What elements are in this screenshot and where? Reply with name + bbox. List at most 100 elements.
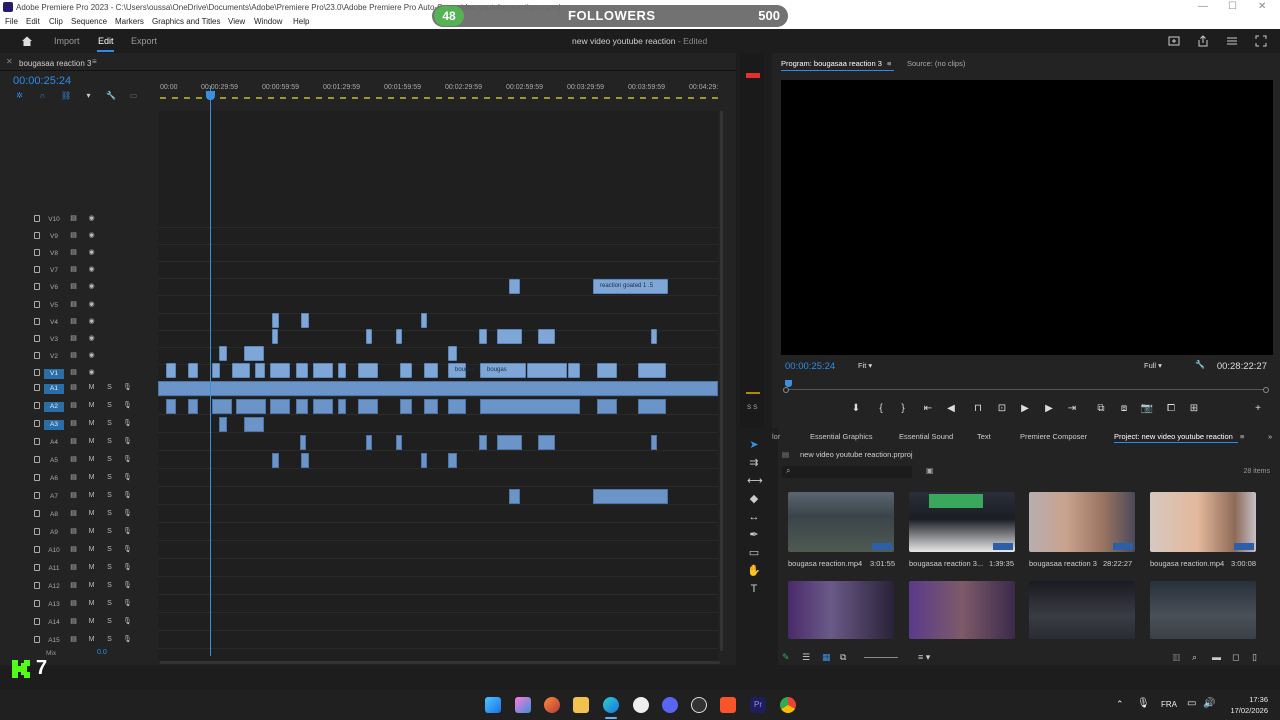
solo-button[interactable]: S [105, 402, 114, 410]
video-clip[interactable] [424, 363, 438, 378]
toggle-output-icon[interactable]: ◉ [87, 266, 96, 274]
video-clip[interactable] [358, 363, 378, 378]
video-clip[interactable] [272, 313, 279, 328]
track-name[interactable]: A7 [44, 492, 64, 502]
home-icon[interactable] [21, 35, 33, 47]
slip-tool-icon[interactable]: ↔ [747, 510, 761, 524]
toggle-output-icon[interactable]: ◉ [87, 249, 96, 257]
new-bin-icon[interactable]: ▬ [1212, 652, 1221, 662]
mute-button[interactable]: M [87, 438, 96, 446]
track-name[interactable]: V3 [44, 335, 64, 345]
project-thumbnail[interactable] [1150, 581, 1256, 639]
mute-button[interactable]: M [87, 474, 96, 482]
video-clip[interactable] [232, 363, 250, 378]
menu-sequence[interactable]: Sequence [71, 17, 107, 26]
ripple-edit-tool-icon[interactable]: ⟷ [747, 474, 763, 488]
captions-icon[interactable]: ▭ [129, 91, 138, 100]
thumbnail-size-slider[interactable] [864, 657, 898, 658]
sync-lock-icon[interactable]: ▤ [69, 438, 78, 446]
insert-button[interactable]: ⧉ [1094, 403, 1108, 414]
solo-button[interactable]: S [105, 456, 114, 464]
voice-over-icon[interactable]: 🎙 [123, 636, 132, 644]
sync-lock-icon[interactable]: ▤ [69, 352, 78, 360]
track-name[interactable]: A11 [44, 564, 64, 574]
audio-clip[interactable] [396, 435, 402, 450]
mute-button[interactable]: M [87, 456, 96, 464]
lift-button[interactable]: ⊓ [971, 403, 985, 414]
overwrite-button[interactable]: ⧈ [1117, 403, 1131, 414]
track-lane[interactable] [158, 416, 718, 433]
zoom-select[interactable]: Fit ▾ [858, 361, 872, 370]
icon-view-icon[interactable]: ▦ [822, 652, 831, 663]
audio-clip[interactable] [651, 435, 657, 450]
track-name[interactable]: V1 [44, 368, 64, 379]
horizontal-scrollbar[interactable] [160, 661, 720, 664]
sync-lock-icon[interactable]: ▤ [69, 369, 78, 377]
selection-tool-icon[interactable]: ➤ [747, 438, 761, 452]
mute-button[interactable]: M [87, 384, 96, 392]
button-editor-icon[interactable]: + [1251, 403, 1265, 414]
project-thumbnail[interactable] [1029, 581, 1135, 639]
track-lane[interactable] [158, 560, 718, 577]
audio-clip[interactable] [219, 417, 227, 432]
clear-icon[interactable]: ▯ [1252, 652, 1257, 663]
voice-over-icon[interactable]: 🎙 [123, 564, 132, 572]
video-clip[interactable] [338, 363, 346, 378]
mute-button[interactable]: M [87, 636, 96, 644]
audio-clip[interactable] [479, 435, 487, 450]
voice-over-icon[interactable]: 🎙 [123, 618, 132, 626]
track-name[interactable]: A9 [44, 528, 64, 538]
solo-button[interactable]: S [105, 492, 114, 500]
solo-button[interactable]: S [105, 474, 114, 482]
audio-clip[interactable] [497, 435, 522, 450]
project-thumbnail[interactable] [909, 492, 1015, 552]
audio-clip[interactable] [358, 399, 378, 414]
toggle-output-icon[interactable]: ◉ [87, 369, 96, 377]
step-back-button[interactable]: ◀ [944, 403, 958, 414]
toggle-output-icon[interactable]: ◉ [87, 318, 96, 326]
tab-project[interactable]: Project: new video youtube reaction [1114, 432, 1233, 441]
sync-lock-icon[interactable]: ▤ [69, 510, 78, 518]
brave-icon[interactable] [720, 697, 736, 713]
solo-button[interactable]: S [105, 510, 114, 518]
track-select-tool-icon[interactable]: ⇉ [747, 456, 761, 470]
new-bin-icon[interactable]: ▣ [926, 466, 934, 475]
video-clip[interactable] [509, 279, 520, 294]
export-frame-button[interactable]: 📷 [1140, 403, 1154, 414]
video-clip[interactable] [212, 363, 220, 378]
input-language[interactable]: FRA [1161, 700, 1177, 709]
timeline-settings-icon[interactable]: 🔧 [106, 91, 116, 100]
audio-clip[interactable] [338, 399, 346, 414]
track-name[interactable]: V7 [44, 266, 64, 276]
tab-import[interactable]: Import [54, 36, 80, 46]
project-search-input[interactable] [782, 466, 912, 478]
audio-clip[interactable] [300, 435, 306, 450]
menu-view[interactable]: View [228, 17, 245, 26]
audio-clip[interactable] [166, 399, 176, 414]
sync-lock-icon[interactable]: ▤ [69, 402, 78, 410]
start-icon[interactable] [485, 697, 501, 713]
program-playhead[interactable] [785, 380, 792, 387]
audio-clip[interactable] [270, 399, 290, 414]
scrubber-start-handle[interactable] [783, 387, 789, 393]
video-clip[interactable] [219, 346, 227, 361]
voice-over-icon[interactable]: 🎙 [123, 402, 132, 410]
program-menu-icon[interactable]: ≡ [887, 59, 891, 68]
mute-button[interactable]: M [87, 402, 96, 410]
lock-icon[interactable] [34, 600, 40, 607]
video-clip[interactable] [538, 329, 555, 344]
audio-clip[interactable] [366, 435, 372, 450]
volume-icon[interactable]: 🔊 [1203, 698, 1215, 709]
menu-help[interactable]: Help [293, 17, 309, 26]
audio-clip[interactable] [638, 399, 666, 414]
new-item-icon[interactable]: ◻ [1232, 652, 1239, 663]
resolution-select[interactable]: Full ▾ [1144, 361, 1162, 370]
toggle-output-icon[interactable]: ◉ [87, 352, 96, 360]
tab-text[interactable]: Text [977, 432, 991, 441]
track-lane[interactable] [158, 578, 718, 595]
voice-over-icon[interactable]: 🎙 [123, 420, 132, 428]
microphone-icon[interactable]: 🎙 [1137, 698, 1150, 709]
lock-icon[interactable] [34, 492, 40, 499]
network-icon[interactable]: ▭ [1187, 698, 1196, 709]
file-explorer-icon[interactable] [573, 697, 589, 713]
